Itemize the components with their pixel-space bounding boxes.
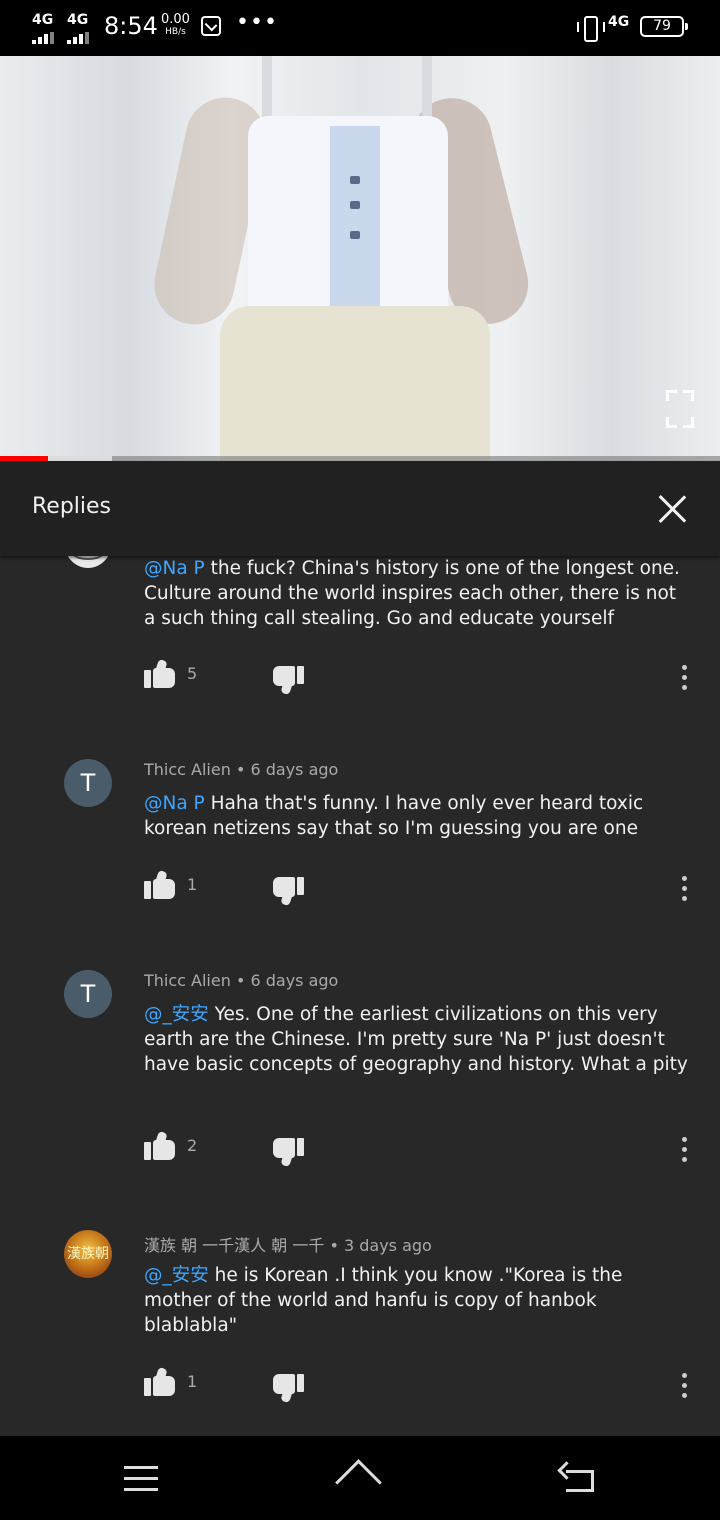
comment-mention[interactable]: @_安安 <box>144 1004 209 1025</box>
comment-text: @Na P Haha that's funny. I have only eve… <box>144 793 644 839</box>
more-options-icon[interactable] <box>678 665 690 691</box>
comment-meta: 漢族 朝 一千漢人 朝 一千 • 3 days ago <box>144 1236 432 1255</box>
vibrate-icon <box>577 14 605 42</box>
network-speed: 0.00 HB/s <box>161 13 190 39</box>
comment-mention[interactable]: @Na P <box>144 558 205 579</box>
battery-icon: 79 <box>640 16 688 37</box>
like-count: 2 <box>187 1136 198 1155</box>
network-speed-value: 0.00 <box>161 12 190 27</box>
close-icon[interactable] <box>652 489 692 529</box>
avatar[interactable]: 漢族朝 <box>64 1230 112 1278</box>
comment-time: 6 days ago <box>250 760 339 779</box>
like-count: 5 <box>187 664 198 683</box>
dislike-icon[interactable] <box>272 1138 304 1168</box>
comment-text: @Na P the fuck? China's history is one o… <box>144 558 680 629</box>
home-icon[interactable] <box>335 1459 384 1506</box>
comment-text: @_安安 Yes. One of the earliest civilizati… <box>144 1004 688 1075</box>
like-icon[interactable] <box>144 658 176 688</box>
comment-meta: Thicc Alien • 6 days ago <box>144 760 339 779</box>
comment-time: 6 days ago <box>250 971 339 990</box>
dislike-icon[interactable] <box>272 877 304 907</box>
clock: 8:54 <box>104 12 158 40</box>
avatar[interactable] <box>64 556 112 568</box>
replies-header: Replies <box>0 461 720 556</box>
network-type: 4G <box>608 14 630 30</box>
more-options-icon[interactable] <box>678 876 690 902</box>
like-icon[interactable] <box>144 869 176 899</box>
video-player[interactable] <box>0 56 720 461</box>
like-icon[interactable] <box>144 1366 176 1396</box>
like-count: 1 <box>187 875 198 894</box>
avatar[interactable]: T <box>64 970 112 1018</box>
more-notifications-icon: ••• <box>236 10 278 35</box>
like-icon[interactable] <box>144 1130 176 1160</box>
avatar[interactable]: T <box>64 759 112 807</box>
back-icon[interactable] <box>557 1461 598 1496</box>
comment-meta: Thicc Alien • 6 days ago <box>144 971 339 990</box>
system-nav-bar <box>0 1436 720 1520</box>
dislike-icon[interactable] <box>272 666 304 696</box>
mail-notification-icon <box>201 16 221 36</box>
comment-text: @_安安 he is Korean .I think you know ."Ko… <box>144 1265 623 1336</box>
comment-mention[interactable]: @Na P <box>144 793 205 814</box>
comment-author[interactable]: 漢族 朝 一千漢人 朝 一千 <box>144 1236 324 1255</box>
replies-title: Replies <box>32 494 112 519</box>
status-bar: 4G 4G 8:54 0.00 HB/s ••• 4G 79 <box>0 0 720 56</box>
more-options-icon[interactable] <box>678 1137 690 1163</box>
menu-icon[interactable] <box>124 1466 158 1492</box>
like-count: 1 <box>187 1372 198 1391</box>
comment-author[interactable]: Thicc Alien <box>144 760 231 779</box>
replies-list[interactable]: @Na P the fuck? China's history is one o… <box>0 556 720 1436</box>
signal-label: 4G <box>67 12 89 28</box>
signal-label: 4G <box>32 12 54 28</box>
dislike-icon[interactable] <box>272 1374 304 1404</box>
network-speed-unit: HB/s <box>165 27 186 37</box>
fullscreen-icon[interactable] <box>666 390 694 428</box>
more-options-icon[interactable] <box>678 1373 690 1399</box>
comment-time: 3 days ago <box>343 1236 432 1255</box>
comment-mention[interactable]: @_安安 <box>144 1265 209 1286</box>
comment-author[interactable]: Thicc Alien <box>144 971 231 990</box>
